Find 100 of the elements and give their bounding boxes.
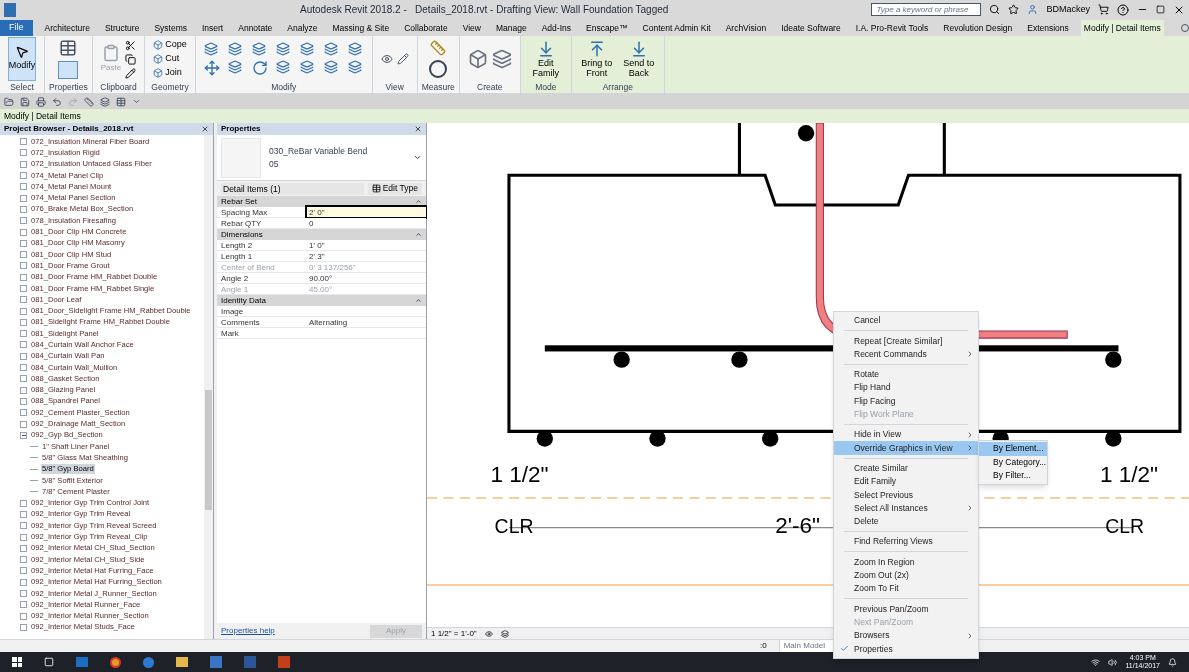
- menu-item[interactable]: Hide in View: [834, 428, 978, 442]
- property-row[interactable]: Image: [217, 306, 426, 317]
- ribbon-tab[interactable]: Systems: [151, 20, 190, 36]
- copy-icon[interactable]: [125, 53, 137, 65]
- search-field[interactable]: Type a keyword or phrase: [871, 3, 982, 16]
- open-icon[interactable]: [4, 96, 14, 107]
- expand-icon[interactable]: [20, 318, 27, 326]
- collapse-icon[interactable]: [415, 231, 422, 238]
- ribbon-button[interactable]: Send to Back: [621, 40, 656, 78]
- type-selector[interactable]: 030_ReBar Variable Bend 05: [217, 135, 426, 181]
- expand-icon[interactable]: [20, 601, 27, 609]
- ribbon-tab[interactable]: Structure: [101, 20, 143, 36]
- print-icon[interactable]: [36, 96, 46, 107]
- modify-button[interactable]: Modify: [8, 37, 36, 81]
- modify-tool-icon[interactable]: [203, 42, 218, 56]
- expand-icon[interactable]: [20, 590, 27, 597]
- expand-icon[interactable]: [20, 352, 27, 360]
- menu-item[interactable]: Edit Family: [834, 474, 978, 489]
- scrollbar[interactable]: [204, 135, 213, 639]
- menu-item[interactable]: Zoom Out (2x): [834, 568, 978, 583]
- expand-icon[interactable]: [20, 251, 27, 259]
- ribbon-tab[interactable]: Manage: [493, 20, 530, 36]
- modify-tool-icon[interactable]: [299, 42, 314, 56]
- menu-item[interactable]: Previous Pan/Zoom: [834, 602, 978, 616]
- ribbon-tab[interactable]: Extensions: [1024, 20, 1072, 36]
- menu-item[interactable]: Flip Hand: [834, 381, 978, 395]
- user-icon[interactable]: [1027, 4, 1039, 15]
- expand-icon[interactable]: [20, 307, 27, 315]
- expand-icon[interactable]: [20, 510, 27, 518]
- menu-item[interactable]: By Category...: [979, 455, 1047, 469]
- save-icon[interactable]: [20, 96, 30, 107]
- expand-icon[interactable]: [20, 330, 27, 338]
- browser-icon[interactable]: [143, 656, 154, 668]
- ribbon-button[interactable]: Edit Family: [528, 40, 563, 78]
- menu-item[interactable]: Repeat [Create Similar]: [834, 334, 978, 348]
- cart-icon[interactable]: [1098, 4, 1109, 15]
- view-control-icon[interactable]: [484, 629, 493, 638]
- expand-icon[interactable]: [20, 612, 27, 620]
- network-icon[interactable]: [1091, 657, 1101, 667]
- modify-tool-icon[interactable]: [299, 60, 314, 74]
- ribbon-tab[interactable]: Content Admin Kit: [639, 20, 714, 36]
- collapse-icon[interactable]: [20, 431, 27, 439]
- collapse-icon[interactable]: [415, 297, 422, 304]
- menu-item[interactable]: Select Previous: [834, 488, 978, 502]
- expand-icon[interactable]: [20, 341, 27, 349]
- notification-icon[interactable]: [1168, 657, 1177, 667]
- dimension-icon[interactable]: [429, 60, 448, 78]
- property-value[interactable]: 1' 0": [307, 240, 426, 250]
- ribbon-tab[interactable]: Massing & Site: [329, 20, 393, 36]
- match-icon[interactable]: [125, 67, 137, 79]
- menu-item[interactable]: Select All Instances: [834, 501, 978, 515]
- expand-icon[interactable]: [20, 183, 27, 191]
- expand-icon[interactable]: [20, 285, 27, 292]
- ribbon-tab[interactable]: Annotate: [235, 20, 276, 36]
- move-icon[interactable]: [203, 60, 220, 76]
- expand-icon[interactable]: [20, 205, 27, 213]
- menu-item[interactable]: Zoom To Fit: [834, 582, 978, 596]
- create-icon[interactable]: [467, 49, 488, 69]
- expand-icon[interactable]: [20, 217, 27, 225]
- menu-item[interactable]: Rotate: [834, 367, 978, 382]
- expand-icon[interactable]: [20, 623, 27, 631]
- modify-tool-icon[interactable]: [347, 60, 362, 74]
- ribbon-tab[interactable]: Enscape™: [583, 20, 631, 36]
- modify-tool-icon[interactable]: [251, 42, 266, 56]
- expand-icon[interactable]: [20, 499, 27, 507]
- close-icon[interactable]: [414, 125, 422, 133]
- measure-icon[interactable]: [84, 96, 94, 107]
- undo-icon[interactable]: [52, 96, 62, 107]
- close-icon[interactable]: [201, 125, 209, 133]
- modify-tool-icon[interactable]: [323, 42, 338, 56]
- brush-icon[interactable]: [396, 53, 409, 65]
- cut-icon[interactable]: [125, 39, 137, 51]
- property-value[interactable]: Alternating: [307, 317, 426, 327]
- star-icon[interactable]: [1008, 4, 1020, 15]
- help-link[interactable]: Properties help: [221, 625, 275, 637]
- modify-tool-icon[interactable]: [275, 42, 290, 56]
- modify-tool-icon[interactable]: [275, 60, 290, 74]
- property-row[interactable]: Spacing Max 2' 0": [217, 207, 426, 218]
- property-row[interactable]: Angle 2 90.00°: [217, 273, 426, 284]
- expand-icon[interactable]: [20, 194, 27, 202]
- ribbon-tab[interactable]: Add-Ins: [538, 20, 574, 36]
- app-logo-icon[interactable]: [4, 2, 16, 17]
- property-row[interactable]: Length 2 1' 0": [217, 240, 426, 251]
- expand-icon[interactable]: [20, 239, 27, 247]
- ribbon-tab[interactable]: ArchVision: [722, 20, 770, 36]
- help-icon[interactable]: [1117, 3, 1129, 16]
- property-row[interactable]: Comments Alternating: [217, 317, 426, 328]
- expand-icon[interactable]: [20, 544, 27, 552]
- toolbar-icon[interactable]: [116, 96, 126, 107]
- view-control-icon[interactable]: [500, 629, 509, 638]
- menu-item[interactable]: By Filter...: [979, 469, 1047, 483]
- properties-icon[interactable]: [58, 61, 79, 79]
- menu-item[interactable]: By Element...: [979, 442, 1047, 456]
- ribbon-tab[interactable]: Collaborate: [401, 20, 451, 36]
- toolbar-icon[interactable]: [100, 96, 110, 107]
- group-icon[interactable]: [491, 49, 512, 69]
- view-icon[interactable]: [380, 53, 393, 65]
- expand-icon[interactable]: [20, 578, 27, 586]
- ribbon-tab[interactable]: View: [459, 20, 484, 36]
- menu-item[interactable]: Delete: [834, 514, 978, 529]
